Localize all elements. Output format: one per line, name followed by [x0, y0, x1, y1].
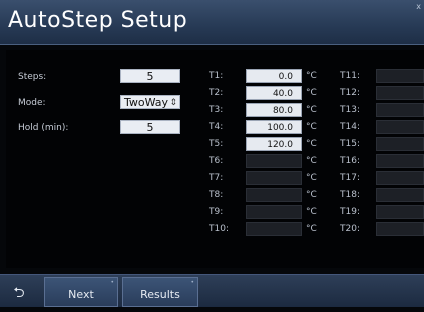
temp-field[interactable]: [376, 86, 424, 100]
temp-field[interactable]: [376, 120, 424, 134]
temp-unit: °C: [306, 71, 317, 81]
next-button[interactable]: Next •: [44, 277, 118, 307]
temp-field[interactable]: 40.0: [246, 86, 302, 100]
temp-label: T13:: [340, 105, 360, 115]
temp-label: T7:: [209, 173, 224, 183]
temp-field[interactable]: [376, 69, 424, 83]
temp-field[interactable]: [246, 222, 302, 236]
temp-field[interactable]: [376, 188, 424, 202]
temp-field[interactable]: [376, 137, 424, 151]
temp-label: T16:: [340, 156, 360, 166]
results-button[interactable]: Results •: [122, 277, 198, 307]
corner-mark: x: [416, 2, 421, 11]
temp-field[interactable]: [246, 171, 302, 185]
temp-label: T9:: [209, 207, 224, 217]
temp-label: T1:: [209, 71, 224, 81]
title-bar: AutoStep Setup x: [0, 0, 424, 45]
temp-unit: °C: [306, 156, 317, 166]
temp-unit: °C: [306, 122, 317, 132]
temp-field[interactable]: [246, 154, 302, 168]
mode-select-value: TwoWay: [124, 96, 169, 109]
temp-field[interactable]: [376, 171, 424, 185]
temp-unit: °C: [306, 190, 317, 200]
temp-label: T17:: [340, 173, 360, 183]
temp-unit: °C: [306, 207, 317, 217]
temp-label: T8:: [209, 190, 224, 200]
next-button-dot: •: [110, 279, 114, 286]
mode-label: Mode:: [18, 98, 46, 108]
temp-label: T12:: [340, 88, 360, 98]
results-button-label: Results: [140, 288, 180, 301]
steps-label: Steps:: [18, 72, 47, 82]
updown-arrow-icon: ⇕: [169, 98, 177, 108]
temp-unit: °C: [306, 224, 317, 234]
temp-unit: °C: [306, 105, 317, 115]
temp-label: T3:: [209, 105, 224, 115]
temp-label: T18:: [340, 190, 360, 200]
mode-select[interactable]: TwoWay ⇕: [120, 95, 180, 109]
temp-unit: °C: [306, 173, 317, 183]
temp-label: T19:: [340, 207, 360, 217]
temp-label: T5:: [209, 139, 224, 149]
next-button-label: Next: [68, 288, 94, 301]
temp-field[interactable]: 0.0: [246, 69, 302, 83]
temp-label: T11:: [340, 71, 360, 81]
temp-label: T4:: [209, 122, 224, 132]
hold-field[interactable]: 5: [120, 120, 180, 134]
temp-field[interactable]: 120.0: [246, 137, 302, 151]
page-title: AutoStep Setup: [8, 8, 188, 33]
temp-label: T10:: [209, 224, 229, 234]
temp-field[interactable]: [376, 205, 424, 219]
steps-field[interactable]: 5: [120, 69, 180, 83]
temp-field[interactable]: 100.0: [246, 120, 302, 134]
temp-label: T20:: [340, 224, 360, 234]
temp-field[interactable]: [376, 222, 424, 236]
hold-label: Hold (min):: [18, 123, 69, 133]
temp-field[interactable]: [246, 205, 302, 219]
temp-label: T15:: [340, 139, 360, 149]
setup-panel: Steps: 5 Mode: TwoWay ⇕ Hold (min): 5 T1…: [6, 50, 424, 268]
back-arrow-icon[interactable]: ⮌: [0, 277, 38, 307]
temp-label: T2:: [209, 88, 224, 98]
temp-field[interactable]: [376, 154, 424, 168]
temp-label: T14:: [340, 122, 360, 132]
temp-label: T6:: [209, 156, 224, 166]
temp-unit: °C: [306, 88, 317, 98]
temp-field[interactable]: [376, 103, 424, 117]
temp-unit: °C: [306, 139, 317, 149]
temp-field[interactable]: [246, 188, 302, 202]
temp-field[interactable]: 80.0: [246, 103, 302, 117]
footer-bar: ⮌ Next • Results •: [0, 274, 424, 307]
results-button-dot: •: [190, 279, 194, 286]
